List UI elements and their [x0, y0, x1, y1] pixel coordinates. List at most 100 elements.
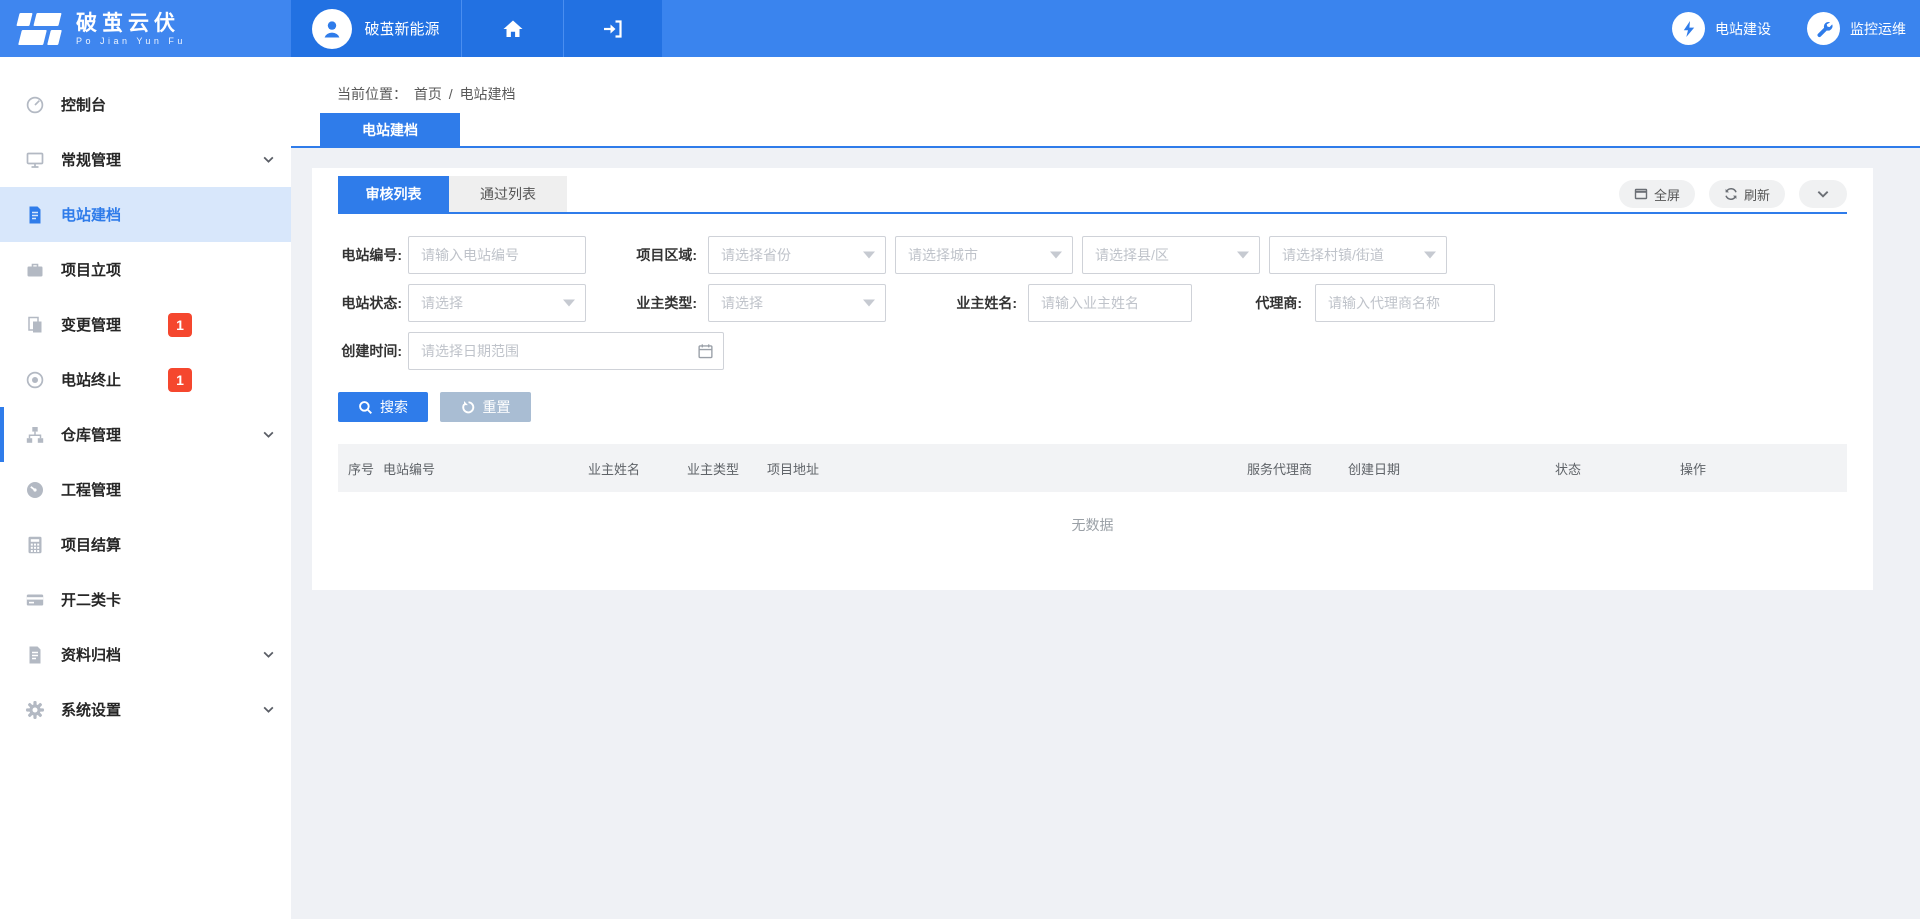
tab-review-list[interactable]: 审核列表	[338, 176, 449, 212]
collapse-button[interactable]	[1799, 180, 1847, 208]
chevron-down-icon	[1816, 187, 1830, 201]
station-no-input[interactable]	[409, 237, 585, 273]
caret-down-icon	[1424, 252, 1436, 259]
record-icon	[25, 370, 45, 390]
dashboard-icon	[25, 95, 45, 115]
chevron-down-icon	[262, 428, 275, 441]
caret-down-icon	[1237, 252, 1249, 259]
page-tab-station-filing[interactable]: 电站建档	[320, 113, 460, 146]
breadcrumb-strip: 当前位置： 首页 / 电站建档 电站建档	[291, 57, 1920, 148]
owner-name-input[interactable]	[1029, 285, 1191, 321]
sidebar-item-general-mgmt[interactable]: 常规管理	[0, 132, 291, 187]
sign-out-icon	[601, 17, 625, 41]
station-status-select[interactable]: 请选择	[408, 284, 586, 322]
sidebar-item-open-class2-card[interactable]: 开二类卡	[0, 572, 291, 627]
panel-card: 审核列表 通过列表 全屏 刷新 电站编号:	[312, 168, 1873, 590]
sidebar-item-system-settings[interactable]: 系统设置	[0, 682, 291, 737]
document-icon	[25, 205, 45, 225]
station-no-label: 电站编号:	[338, 245, 408, 265]
tab-passed-list[interactable]: 通过列表	[449, 176, 567, 212]
region-label: 项目区域:	[586, 245, 703, 265]
breadcrumb: 当前位置： 首页 / 电站建档	[337, 84, 519, 104]
logout-button[interactable]	[563, 0, 662, 57]
sitemap-icon	[25, 425, 45, 445]
brand-subtitle: Po Jian Yun Fu	[76, 36, 186, 46]
briefcase-icon	[25, 260, 45, 280]
card-icon	[25, 590, 45, 610]
agent-label: 代理商:	[1192, 293, 1308, 313]
breadcrumb-home-link[interactable]: 首页	[414, 86, 442, 102]
home-button[interactable]	[461, 0, 563, 57]
chevron-down-icon	[262, 153, 275, 166]
sidebar-item-warehouse-mgmt[interactable]: 仓库管理	[0, 407, 291, 462]
brand-logo: 破茧云伏 Po Jian Yun Fu	[0, 0, 291, 57]
search-icon	[358, 400, 373, 415]
results-table: 序号 电站编号 业主姓名 业主类型 项目地址 服务代理商 创建日期 状态 操作 …	[338, 444, 1847, 535]
city-select[interactable]: 请选择城市	[895, 236, 1073, 274]
sidebar-item-dashboard[interactable]: 控制台	[0, 77, 291, 132]
sidebar-item-engineering-mgmt[interactable]: 工程管理	[0, 462, 291, 517]
reset-button[interactable]: 重置	[440, 392, 531, 422]
sidebar-item-project-settlement[interactable]: 项目结算	[0, 517, 291, 572]
empty-state-text: 无数据	[338, 492, 1847, 535]
fullscreen-button[interactable]: 全屏	[1619, 180, 1695, 208]
breadcrumb-separator: /	[449, 86, 453, 102]
caret-down-icon	[1050, 252, 1062, 259]
reset-icon	[461, 400, 476, 415]
panel-tabs: 审核列表 通过列表 全屏 刷新	[338, 176, 1847, 214]
chevron-down-icon	[262, 703, 275, 716]
module-monitor-ops[interactable]: 监控运维	[1807, 12, 1906, 45]
header-right-nav: 电站建设 监控运维	[662, 0, 1920, 57]
fullscreen-icon	[1634, 187, 1648, 201]
sidebar-item-change-mgmt[interactable]: 变更管理 1	[0, 297, 291, 352]
breadcrumb-current: 电站建档	[460, 86, 516, 102]
breadcrumb-prefix: 当前位置：	[337, 86, 407, 102]
module-station-build[interactable]: 电站建设	[1672, 12, 1771, 45]
gear-icon	[25, 700, 45, 720]
module-label: 监控运维	[1850, 19, 1906, 39]
home-icon	[502, 18, 524, 40]
caret-down-icon	[863, 252, 875, 259]
search-button[interactable]: 搜索	[338, 392, 428, 422]
owner-type-select[interactable]: 请选择	[708, 284, 886, 322]
sidebar-item-data-archive[interactable]: 资料归档	[0, 627, 291, 682]
company-name: 破茧新能源	[364, 18, 439, 39]
sidebar-item-station-termination[interactable]: 电站终止 1	[0, 352, 291, 407]
pages-icon	[25, 315, 45, 335]
top-header: 破茧云伏 Po Jian Yun Fu 破茧新能源 电站建设 监控运维	[0, 0, 1920, 57]
notification-badge: 1	[168, 368, 192, 392]
lightning-icon	[1672, 12, 1705, 45]
user-avatar-icon	[312, 9, 352, 49]
station-status-label: 电站状态:	[338, 293, 408, 313]
notification-badge: 1	[168, 313, 192, 337]
brand-logo-icon	[16, 12, 62, 46]
sidebar-item-station-filing[interactable]: 电站建档	[0, 187, 291, 242]
caret-down-icon	[863, 300, 875, 307]
created-time-label: 创建时间:	[338, 341, 408, 361]
refresh-icon	[1724, 187, 1738, 201]
brand-title: 破茧云伏	[76, 12, 186, 36]
gauge-icon	[25, 480, 45, 500]
calendar-icon	[697, 343, 714, 360]
district-select[interactable]: 请选择县/区	[1082, 236, 1260, 274]
main-content: 当前位置： 首页 / 电站建档 电站建档 审核列表 通过列表 全屏 刷新	[291, 57, 1920, 919]
agent-input[interactable]	[1316, 285, 1494, 321]
owner-name-label: 业主姓名:	[886, 293, 1023, 313]
module-label: 电站建设	[1715, 19, 1771, 39]
calculator-icon	[25, 535, 45, 555]
archive-icon	[25, 645, 45, 665]
user-menu[interactable]: 破茧新能源	[291, 0, 461, 57]
filter-form: 电站编号: 项目区域: 请选择省份 请选择城市 请选择县/区 请选择村镇/街道 …	[338, 236, 1847, 370]
sidebar-item-project-initiation[interactable]: 项目立项	[0, 242, 291, 297]
monitor-icon	[25, 150, 45, 170]
wrench-icon	[1807, 12, 1840, 45]
date-range-input[interactable]	[409, 333, 723, 369]
caret-down-icon	[563, 300, 575, 307]
chevron-down-icon	[262, 648, 275, 661]
province-select[interactable]: 请选择省份	[708, 236, 886, 274]
sidebar: 控制台 常规管理 电站建档 项目立项 变更管理 1 电站终止 1	[0, 57, 291, 919]
town-select[interactable]: 请选择村镇/街道	[1269, 236, 1447, 274]
owner-type-label: 业主类型:	[586, 293, 703, 313]
refresh-button[interactable]: 刷新	[1709, 180, 1785, 208]
table-header-row: 序号 电站编号 业主姓名 业主类型 项目地址 服务代理商 创建日期 状态 操作	[338, 444, 1847, 492]
